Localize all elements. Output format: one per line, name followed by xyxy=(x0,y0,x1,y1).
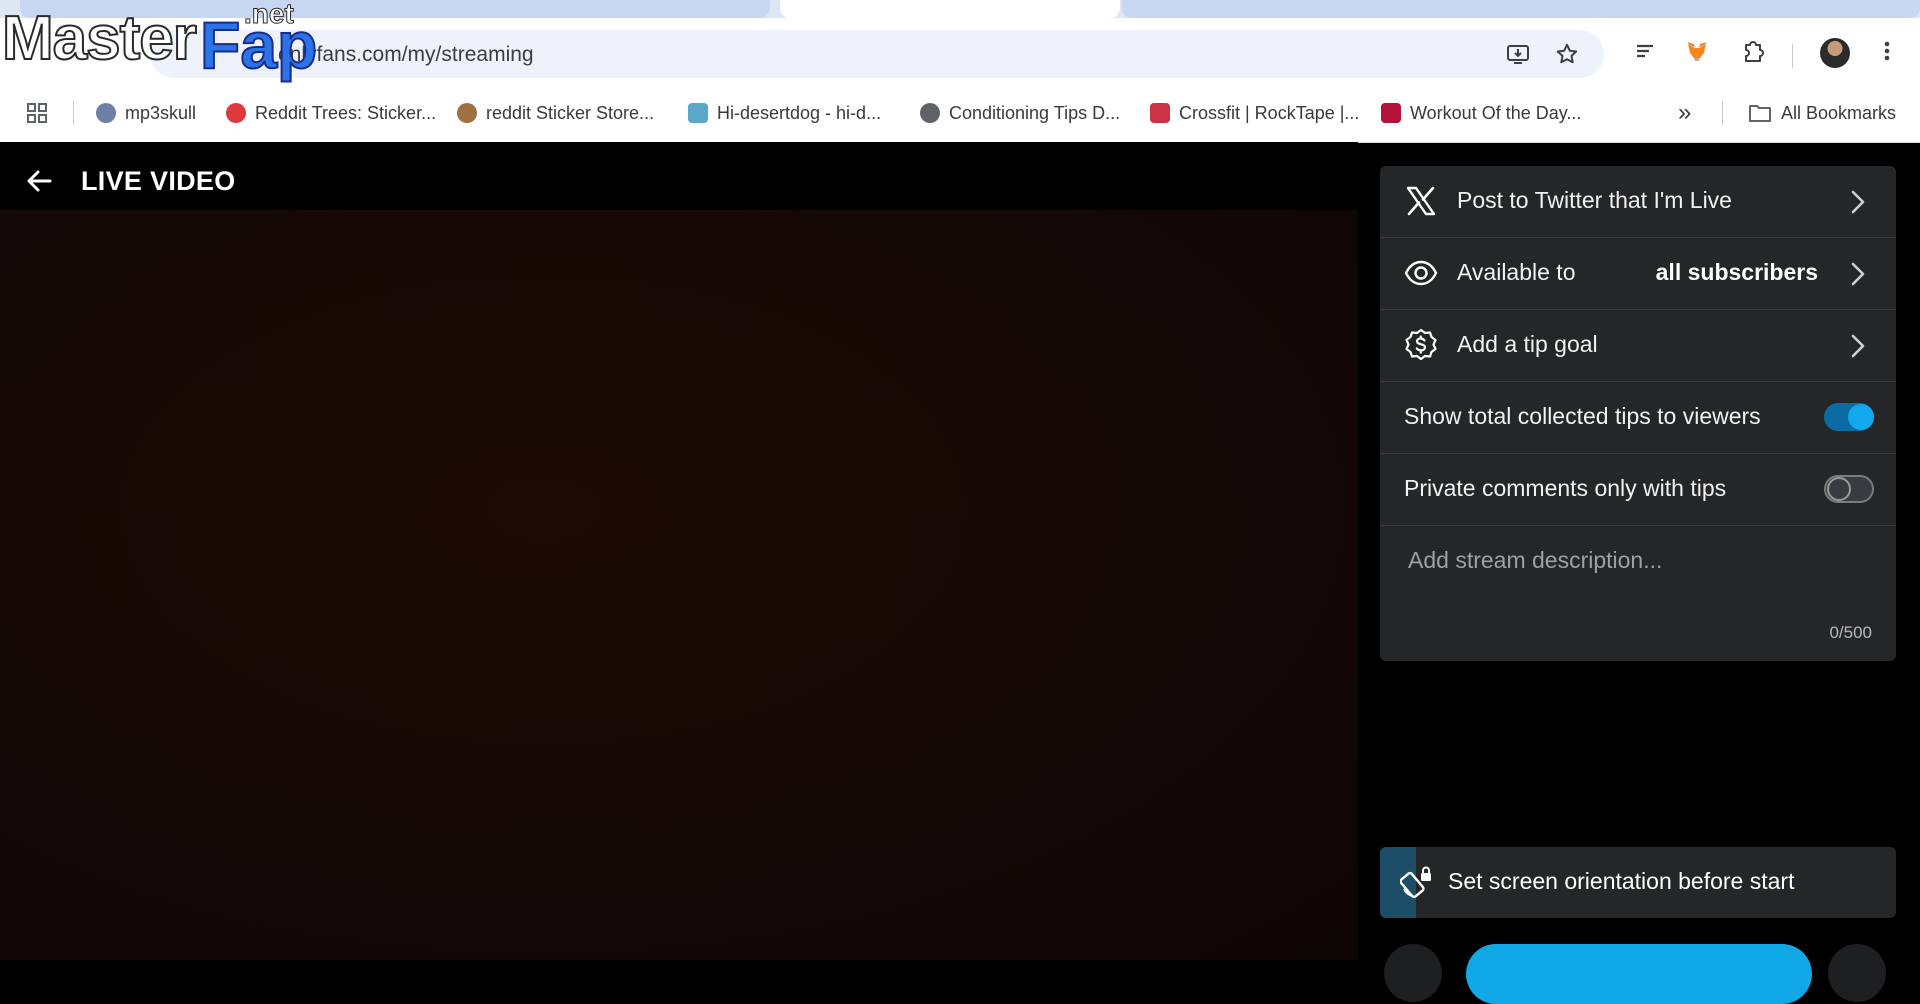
right-round-button[interactable] xyxy=(1828,944,1886,1002)
tip-goal-label: Add a tip goal xyxy=(1457,331,1598,357)
start-stream-button[interactable] xyxy=(1466,944,1812,1004)
eye-icon xyxy=(1404,260,1438,286)
post-to-twitter-row[interactable]: Post to Twitter that I'm Live xyxy=(1380,166,1896,238)
dollar-badge-icon xyxy=(1405,328,1437,361)
bookmark-star-icon[interactable] xyxy=(1555,42,1579,66)
stream-description-input[interactable]: Add stream description... xyxy=(1408,547,1662,574)
all-bookmarks-button[interactable]: All Bookmarks xyxy=(1748,84,1896,142)
bookmark-label: reddit Sticker Store... xyxy=(486,102,655,123)
reddit-favicon xyxy=(226,103,246,123)
mp3skull-favicon xyxy=(96,103,116,123)
bookmarks-divider xyxy=(73,101,74,125)
toggle-knob xyxy=(1827,477,1851,501)
show-tips-label: Show total collected tips to viewers xyxy=(1404,403,1761,429)
chevron-right-icon xyxy=(1851,190,1865,214)
tab-inactive-right[interactable] xyxy=(1122,0,1920,18)
profile-avatar[interactable] xyxy=(1820,38,1850,68)
bookmark-item[interactable]: mp3skull xyxy=(96,84,196,142)
bookmark-label: Crossfit | RockTape |... xyxy=(1179,102,1360,123)
bookmark-item[interactable]: Crossfit | RockTape |... xyxy=(1150,84,1359,142)
bookmark-item[interactable]: Workout Of the Day... xyxy=(1381,84,1581,142)
crossfit-favicon xyxy=(1150,103,1170,123)
stream-settings-panel: Post to Twitter that I'm Live Available … xyxy=(1380,166,1896,661)
toggle-knob xyxy=(1848,404,1874,430)
bookmark-label: Conditioning Tips D... xyxy=(949,102,1121,123)
folder-icon xyxy=(1749,105,1771,122)
chevron-right-icon xyxy=(1851,262,1865,286)
left-round-button[interactable] xyxy=(1384,944,1442,1002)
show-tips-toggle[interactable] xyxy=(1824,403,1874,431)
camera-preview xyxy=(0,210,1358,960)
back-arrow-icon[interactable] xyxy=(24,166,54,196)
bookmark-label: mp3skull xyxy=(125,102,197,123)
watermark-logo: Master Fap .net xyxy=(0,0,318,82)
x-twitter-icon xyxy=(1406,186,1436,216)
page-title: LIVE VIDEO xyxy=(81,166,236,196)
install-app-icon[interactable] xyxy=(1506,42,1530,66)
private-comments-toggle[interactable] xyxy=(1824,475,1874,503)
more-bookmarks-button[interactable]: » xyxy=(1678,84,1691,142)
watermark-text: .net xyxy=(244,0,295,29)
bookmark-item[interactable]: Hi-desertdog - hi-d... xyxy=(688,84,881,142)
address-bar[interactable]: onlyfans.com/my/streaming xyxy=(150,30,1604,78)
chevron-right-icon xyxy=(1851,334,1865,358)
availability-row[interactable]: Available to all subscribers xyxy=(1380,238,1896,310)
reading-list-icon[interactable] xyxy=(1632,38,1658,64)
extensions-puzzle-icon[interactable] xyxy=(1740,38,1766,64)
bookmark-item[interactable]: reddit Sticker Store... xyxy=(457,84,654,142)
available-value: all subscribers xyxy=(1655,259,1818,285)
orientation-label: Set screen orientation before start xyxy=(1448,868,1795,894)
char-counter: 0/500 xyxy=(1829,623,1872,642)
workout-favicon xyxy=(1381,103,1401,123)
bookmark-item[interactable]: Reddit Trees: Sticker... xyxy=(226,84,436,142)
private-comments-label: Private comments only with tips xyxy=(1404,475,1727,501)
hi-desertdog-favicon xyxy=(688,103,708,123)
reddit-sticker-favicon xyxy=(457,103,477,123)
metamask-extension-icon[interactable] xyxy=(1684,38,1710,64)
show-tips-row: Show total collected tips to viewers xyxy=(1380,382,1896,454)
orientation-notice[interactable]: Set screen orientation before start xyxy=(1380,847,1896,918)
bookmarks-divider xyxy=(1722,101,1723,125)
tip-goal-row[interactable]: Add a tip goal xyxy=(1380,310,1896,382)
rotate-lock-icon xyxy=(1400,866,1431,899)
bookmark-label: Hi-desertdog - hi-d... xyxy=(717,102,882,123)
bookmark-label: Reddit Trees: Sticker... xyxy=(255,102,437,123)
tab-active[interactable] xyxy=(780,0,1120,18)
bookmark-item[interactable]: Conditioning Tips D... xyxy=(920,84,1120,142)
globe-icon xyxy=(920,103,940,123)
bookmark-label: Workout Of the Day... xyxy=(1410,102,1582,123)
all-bookmarks-label: All Bookmarks xyxy=(1781,102,1897,123)
twitter-label: Post to Twitter that I'm Live xyxy=(1457,187,1732,213)
more-menu-icon[interactable] xyxy=(1874,38,1900,64)
toolbar-divider xyxy=(1792,44,1793,68)
bookmarks-bar: mp3skull Reddit Trees: Sticker... reddit… xyxy=(0,84,1920,143)
private-comments-row: Private comments only with tips xyxy=(1380,454,1896,526)
more-bookmarks-label: » xyxy=(1678,99,1692,126)
watermark-text: Master xyxy=(1,4,198,73)
apps-grid-icon[interactable] xyxy=(26,84,48,142)
available-label: Available to xyxy=(1457,259,1576,285)
